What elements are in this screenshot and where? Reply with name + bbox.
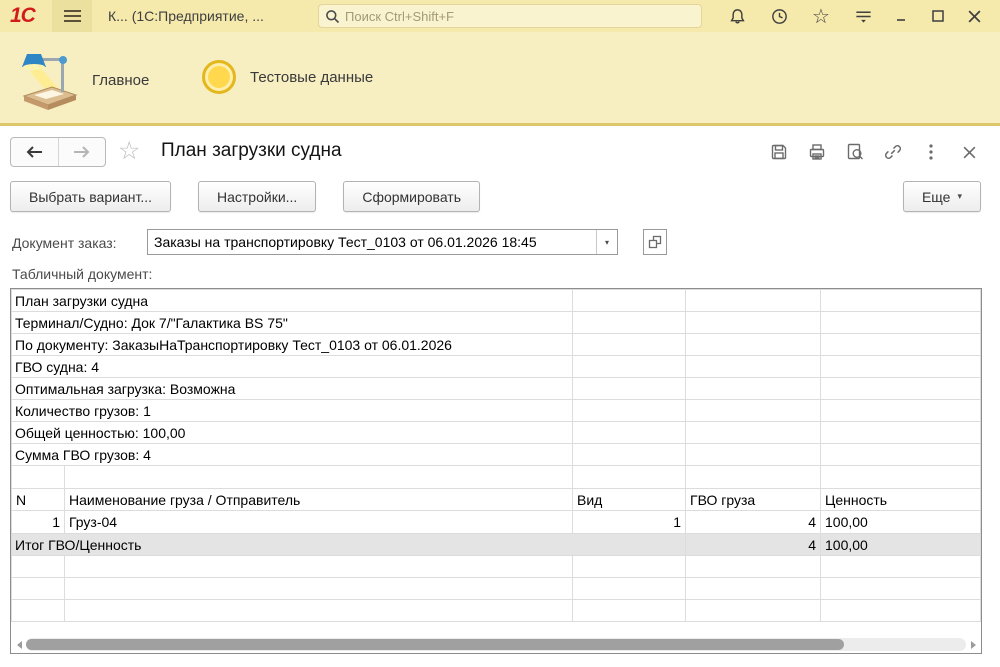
maximize-button[interactable] <box>920 0 956 32</box>
form-toolbar-icons <box>768 141 980 163</box>
report-info-row: Количество грузов: 1 <box>12 400 981 422</box>
desk-lamp-icon <box>16 50 78 110</box>
total-label: Итог ГВО/Ценность <box>12 534 686 556</box>
settings-button[interactable]: Настройки... <box>198 181 316 212</box>
favorites-star-icon[interactable]: ☆ <box>800 0 842 32</box>
col-header-name: Наименование груза / Отправитель <box>65 489 573 511</box>
report-info-row: Оптимальная загрузка: Возможна <box>12 378 981 400</box>
section-main-label: Главное <box>92 72 149 89</box>
back-button[interactable] <box>11 138 59 166</box>
document-open-button[interactable] <box>643 229 667 255</box>
document-input[interactable] <box>148 230 596 254</box>
preview-icon[interactable] <box>844 141 866 163</box>
section-test-data[interactable]: Тестовые данные <box>202 60 373 94</box>
close-form-icon[interactable] <box>958 141 980 163</box>
generate-button[interactable]: Сформировать <box>343 181 480 212</box>
report-empty-row <box>12 578 981 600</box>
save-icon[interactable] <box>768 141 790 163</box>
horizontal-scrollbar[interactable] <box>12 637 980 652</box>
report-empty-row <box>12 466 981 489</box>
chevron-down-icon: ▾ <box>957 191 962 202</box>
titlebar-icons: ☆ <box>716 0 992 32</box>
report-total-row[interactable]: Итог ГВО/Ценность 4 100,00 <box>12 534 981 556</box>
history-nav-group <box>10 137 106 167</box>
print-icon[interactable] <box>806 141 828 163</box>
col-header-value: Ценность <box>821 489 981 511</box>
report-header-row: N Наименование груза / Отправитель Вид Г… <box>12 489 981 511</box>
global-search[interactable] <box>318 4 702 28</box>
report-empty-row <box>12 556 981 578</box>
total-gvo: 4 <box>686 534 821 556</box>
cell-type: 1 <box>573 511 686 534</box>
coin-icon <box>202 60 236 94</box>
search-input[interactable] <box>345 9 695 24</box>
section-test-data-label: Тестовые данные <box>250 69 373 86</box>
main-menu-button[interactable] <box>52 0 92 32</box>
scroll-left-icon[interactable] <box>12 637 26 652</box>
select-variant-button[interactable]: Выбрать вариант... <box>10 181 171 212</box>
minimize-button[interactable] <box>884 0 920 32</box>
report-info-row: Терминал/Судно: Док 7/"Галактика BS 75" <box>12 312 981 334</box>
cell-gvo: 4 <box>686 511 821 534</box>
report-empty-row <box>12 600 981 622</box>
document-field-label: Документ заказ: <box>12 235 117 251</box>
more-actions-kebab-icon[interactable] <box>920 141 942 163</box>
report-info-row: План загрузки судна <box>12 290 981 312</box>
scrollbar-thumb[interactable] <box>26 639 844 650</box>
1c-logo: 1С <box>10 4 52 28</box>
report-info-row: По документу: ЗаказыНаТранспортировку Те… <box>12 334 981 356</box>
cell-value: 100,00 <box>821 511 981 534</box>
document-field: ▾ <box>147 229 618 255</box>
get-link-icon[interactable] <box>882 141 904 163</box>
section-main[interactable]: Главное <box>16 50 149 110</box>
report-info-row: Общей ценностью: 100,00 <box>12 422 981 444</box>
search-icon <box>325 9 340 24</box>
history-icon[interactable] <box>758 0 800 32</box>
application-window: 1С К... (1С:Предприятие, ... <box>0 0 1000 667</box>
col-header-gvo: ГВО груза <box>686 489 821 511</box>
more-button[interactable]: Еще ▾ <box>903 181 981 212</box>
spreadsheet-document[interactable]: План загрузки судна Терминал/Судно: Док … <box>10 288 982 654</box>
total-value: 100,00 <box>821 534 981 556</box>
scroll-right-icon[interactable] <box>966 637 980 652</box>
notifications-bell-icon[interactable] <box>716 0 758 32</box>
sections-panel: Главное Тестовые данные <box>0 32 1000 126</box>
scrollbar-track[interactable] <box>26 638 966 651</box>
document-dropdown-button[interactable]: ▾ <box>596 230 617 254</box>
page-title: План загрузки судна <box>161 140 342 162</box>
report-data-row[interactable]: 1 Груз-04 1 4 100,00 <box>12 511 981 534</box>
forward-arrow-icon <box>73 146 91 158</box>
report-info-row: ГВО судна: 4 <box>12 356 981 378</box>
hamburger-icon <box>64 10 81 12</box>
report-table: План загрузки судна Терминал/Судно: Док … <box>11 289 981 622</box>
back-arrow-icon <box>25 146 43 158</box>
add-to-favorites-star[interactable]: ☆ <box>118 136 140 166</box>
window-titlebar: 1С К... (1С:Предприятие, ... <box>0 0 1000 32</box>
window-title: К... (1С:Предприятие, ... <box>108 8 264 24</box>
cell-n: 1 <box>12 511 65 534</box>
close-window-button[interactable] <box>956 0 992 32</box>
cell-name: Груз-04 <box>65 511 573 534</box>
service-menu-icon[interactable] <box>842 0 884 32</box>
report-info-row: Сумма ГВО грузов: 4 <box>12 444 981 466</box>
col-header-type: Вид <box>573 489 686 511</box>
command-bar: Выбрать вариант... Настройки... Сформиро… <box>10 181 480 212</box>
forward-button[interactable] <box>59 138 106 166</box>
col-header-n: N <box>12 489 65 511</box>
spreadsheet-label: Табличный документ: <box>12 266 152 282</box>
open-document-icon <box>647 234 663 250</box>
